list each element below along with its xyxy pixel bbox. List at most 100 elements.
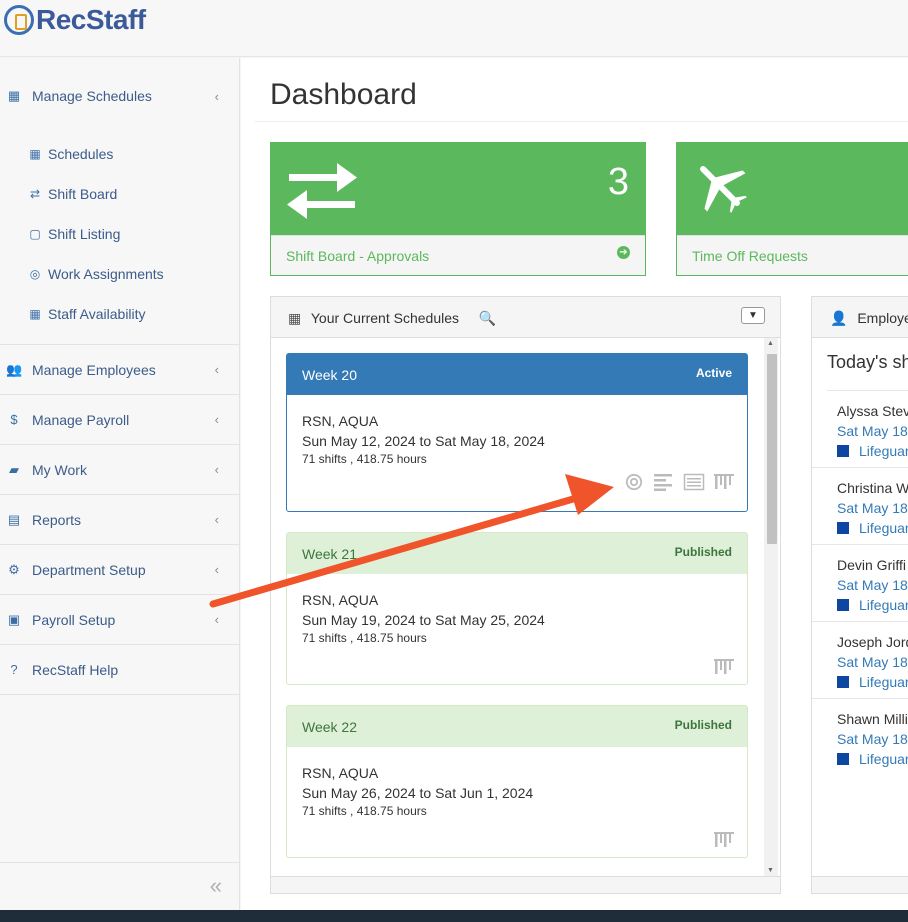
role-label: Lifeguar [859,520,908,536]
logo-icon [4,5,34,35]
life-ring-icon: ◎ [29,267,41,281]
role-color-swatch [837,445,849,457]
file-icon: ▤ [7,511,21,527]
divider [255,121,908,122]
sidebar-item-work-assignments[interactable]: ◎ Work Assignments [0,254,239,294]
sidebar-item-label: RecStaff Help [32,661,119,678]
sidebar-item-label: My Work [32,461,87,478]
stat-card-footer[interactable]: Time Off Requests [677,235,908,275]
status-badge: Published [674,718,732,732]
chevron-left-icon: ‹ [214,362,219,377]
sidebar-item-staff-availability[interactable]: ▦ Staff Availability [0,294,239,334]
role-label: Lifeguar [859,674,908,690]
stat-card-footer[interactable]: Shift Board - Approvals ➔ [271,235,645,275]
life-ring-icon[interactable] [623,473,645,491]
role-color-swatch [837,676,849,688]
sidebar-item-manage-employees[interactable]: 👥 Manage Employees ‹ [0,345,239,395]
sidebar-item-shift-listing[interactable]: ▢ Shift Listing [0,214,239,254]
sidebar-item-manage-schedules[interactable]: ▦ Manage Schedules ‹ [0,58,239,134]
shift-role[interactable]: Lifeguar [837,520,908,536]
sidebar-item-schedules[interactable]: ▦ Schedules [0,134,239,174]
dollar-icon: $ [10,412,18,427]
date-range: Sun May 26, 2024 to Sat Jun 1, 2024 [302,785,534,801]
shift-date[interactable]: Sat May 18 [837,500,908,516]
shift-role[interactable]: Lifeguar [837,443,908,459]
employee-shift-row[interactable]: Devin Griffi Sat May 18 Lifeguar [812,545,908,622]
exchange-icon: ⇄ [29,187,41,201]
sidebar-item-shift-board[interactable]: ⇄ Shift Board [0,174,239,214]
panel-header: ▦ Your Current Schedules 🔍 ▼ [271,297,780,338]
search-icon[interactable]: 🔍 [479,310,496,326]
sidebar-item-label: Manage Schedules [32,88,152,104]
sidebar-item-label: Shift Board [48,186,118,202]
dropdown-toggle-button[interactable]: ▼ [741,307,765,324]
panel-title: Employee [857,310,908,326]
manage-schedules-submenu: ▦ Schedules ⇄ Shift Board ▢ Shift Listin… [0,134,239,345]
barcode-icon[interactable] [713,473,735,491]
stat-card-header [677,143,908,235]
schedule-card-week-21[interactable]: Week 21 Published RSN, AQUA Sun May 19, … [286,532,748,685]
arrow-circle-right-icon: ➔ [617,246,630,259]
panel-header: 👤 Employee [812,297,908,338]
align-left-icon[interactable] [653,473,675,491]
barcode-icon[interactable] [713,658,735,676]
card-header: Week 21 Published [287,533,747,574]
stat-card-shift-board-approvals[interactable]: 3 Shift Board - Approvals ➔ [270,142,646,276]
employee-shift-row[interactable]: Christina W Sat May 18 Lifeguar [812,468,908,545]
employee-shift-row[interactable]: Alyssa Stev Sat May 18 Lifeguar [812,391,908,468]
sidebar-item-label: Staff Availability [48,306,146,322]
shift-date[interactable]: Sat May 18 [837,423,908,439]
shift-date[interactable]: Sat May 18 [837,654,908,670]
stat-card-time-off-requests[interactable]: Time Off Requests [676,142,908,276]
exchange-icon [287,163,357,219]
recstaff-logo[interactable]: RecStaff [4,4,146,36]
sidebar-item-payroll-setup[interactable]: ▣ Payroll Setup ‹ [0,595,239,645]
sidebar-item-my-work[interactable]: ▰ My Work ‹ [0,445,239,495]
schedule-card-week-20[interactable]: Week 20 Active RSN, AQUA Sun May 12, 202… [286,353,748,512]
shift-role[interactable]: Lifeguar [837,674,908,690]
shift-role[interactable]: Lifeguar [837,597,908,613]
stat-card-label: Shift Board - Approvals [286,248,430,264]
sidebar-item-department-setup[interactable]: ⚙ Department Setup ‹ [0,545,239,595]
card-header: Week 22 Published [287,706,747,747]
scrollbar-thumb[interactable] [767,354,777,544]
barcode-icon[interactable] [713,831,735,849]
shift-summary: 71 shifts , 418.75 hours [302,804,427,818]
employee-shift-row[interactable]: Shawn Milli Sat May 18 Lifeguar [812,699,908,776]
schedule-card-week-22[interactable]: Week 22 Published RSN, AQUA Sun May 26, … [286,705,748,858]
schedules-scrollbar[interactable]: ▲ ▼ [764,338,778,876]
employee-shift-row[interactable]: Joseph Jord Sat May 18 Lifeguar [812,622,908,699]
location: RSN, AQUA [302,765,379,781]
top-header: RecStaff [0,0,908,57]
sidebar-item-label: Department Setup [32,561,146,578]
shift-date[interactable]: Sat May 18 [837,731,908,747]
shift-date[interactable]: Sat May 18 [837,577,908,593]
shift-summary: 71 shifts , 418.75 hours [302,631,427,645]
week-label: Week 22 [302,719,357,735]
employee-name: Christina W [837,480,908,496]
calendar-icon: ▦ [288,310,302,326]
sidebar-item-label: Manage Payroll [32,411,130,428]
os-taskbar [0,910,908,922]
sidebar-item-help[interactable]: ? RecStaff Help [0,645,239,695]
date-range: Sun May 19, 2024 to Sat May 25, 2024 [302,612,545,628]
sidebar-collapse-button[interactable]: « [0,862,240,910]
plane-icon [700,166,747,213]
role-label: Lifeguar [859,597,908,613]
list-alt-icon[interactable] [683,473,705,491]
card-actions [623,473,735,491]
shift-role[interactable]: Lifeguar [837,751,908,767]
stat-card-header: 3 [271,143,645,235]
main-content: Dashboard 3 Shift Board - Approvals ➔ Ti… [241,58,908,910]
sidebar-item-reports[interactable]: ▤ Reports ‹ [0,495,239,545]
question-circle-icon: ? [10,662,18,677]
sidebar-item-manage-payroll[interactable]: $ Manage Payroll ‹ [0,395,239,445]
current-schedules-panel: ▦ Your Current Schedules 🔍 ▼ Week 20 Act… [270,296,781,894]
scroll-down-icon[interactable]: ▼ [767,867,774,874]
location: RSN, AQUA [302,592,379,608]
card-body: RSN, AQUA Sun May 19, 2024 to Sat May 25… [287,574,747,684]
gear-icon: ⚙ [8,561,20,577]
scroll-up-icon[interactable]: ▲ [767,340,774,347]
sidebar-item-label: Shift Listing [48,226,121,242]
status-badge: Published [674,545,732,559]
